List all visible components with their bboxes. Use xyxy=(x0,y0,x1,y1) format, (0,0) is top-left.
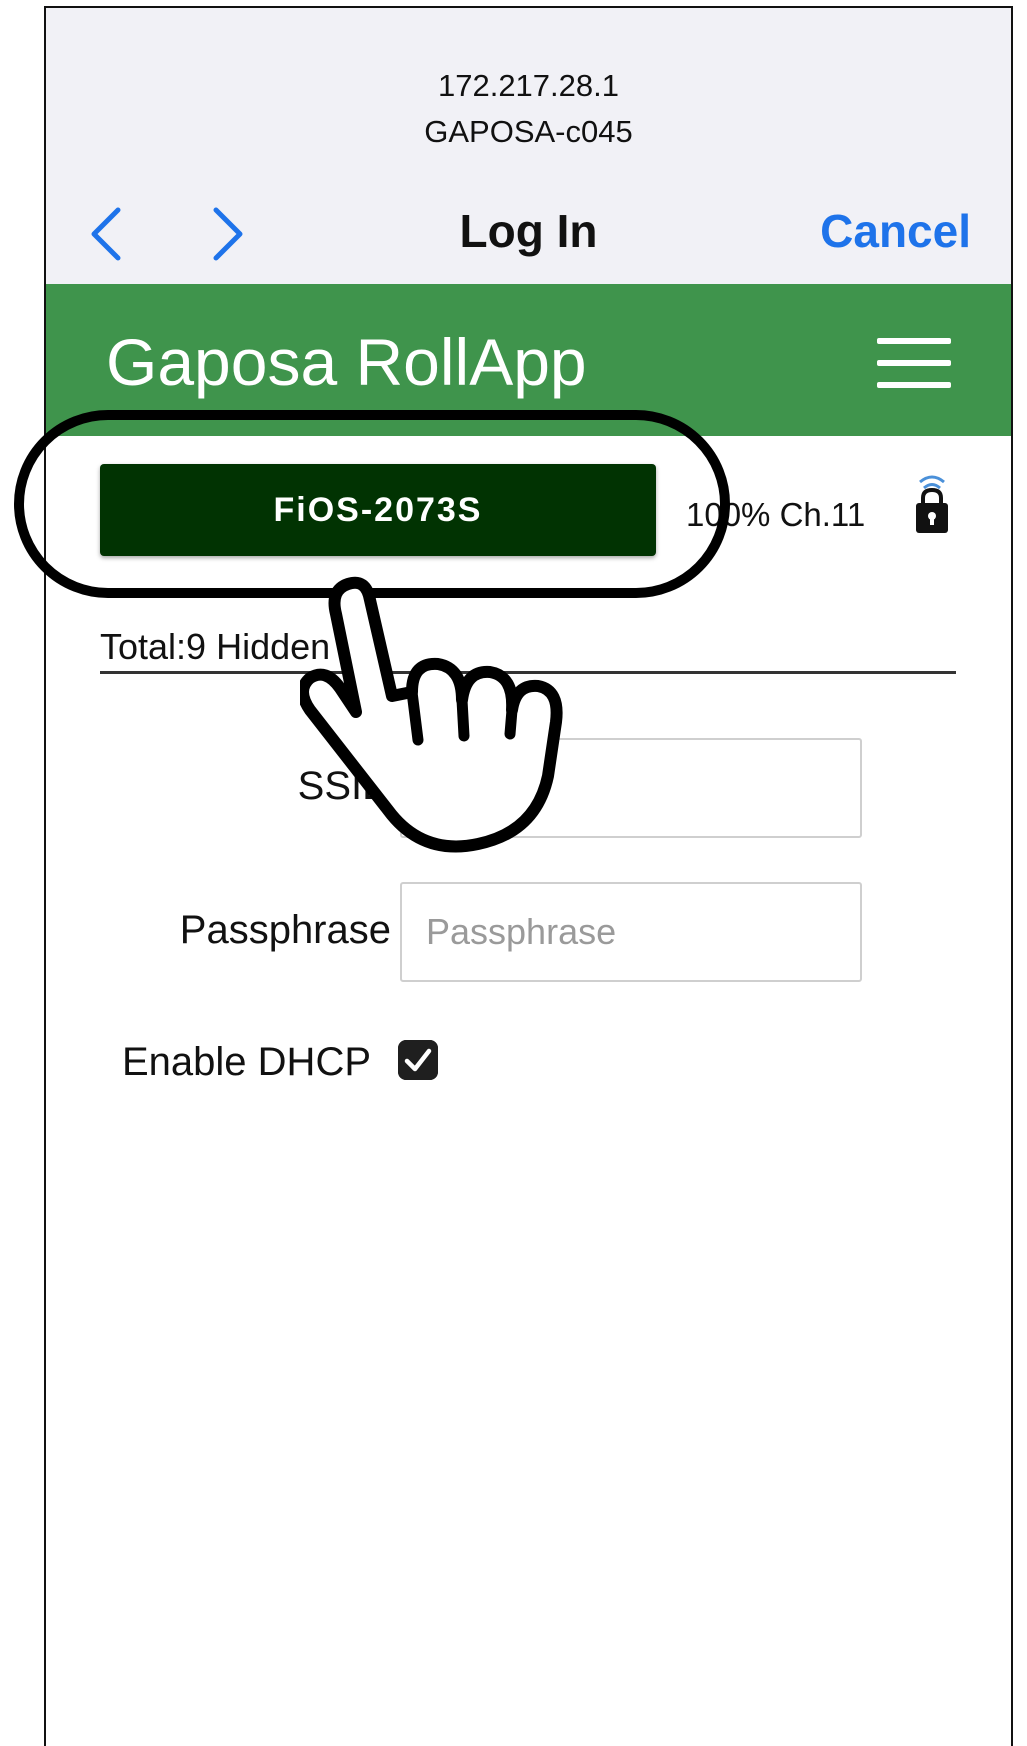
host-ip: 172.217.28.1 xyxy=(437,68,619,103)
passphrase-input[interactable] xyxy=(400,882,862,982)
network-ssid-button[interactable]: FiOS-2073S xyxy=(100,464,656,556)
app-header: Gaposa RollApp xyxy=(46,284,1011,436)
app-title: Gaposa RollApp xyxy=(106,325,587,399)
signal-info: 100% Ch.11 xyxy=(686,496,866,533)
ssid-label: SSID xyxy=(297,764,391,808)
divider xyxy=(100,671,956,674)
host-name: GAPOSA-c045 xyxy=(424,114,633,149)
passphrase-label: Passphrase xyxy=(179,908,391,952)
captive-portal-bar: 172.217.28.1 GAPOSA-c045 Log In Cancel xyxy=(46,8,1011,284)
ssid-input[interactable] xyxy=(400,738,862,838)
hamburger-menu-icon[interactable] xyxy=(877,338,951,388)
network-count-label: Total:9 Hidden xyxy=(100,626,331,667)
wifi-lock-icon xyxy=(916,475,948,533)
dhcp-checkbox[interactable] xyxy=(398,1040,438,1080)
dhcp-label: Enable DHCP xyxy=(122,1040,372,1084)
cancel-button[interactable]: Cancel xyxy=(820,204,971,258)
phone-frame: 172.217.28.1 GAPOSA-c045 Log In Cancel G… xyxy=(44,6,1013,1746)
